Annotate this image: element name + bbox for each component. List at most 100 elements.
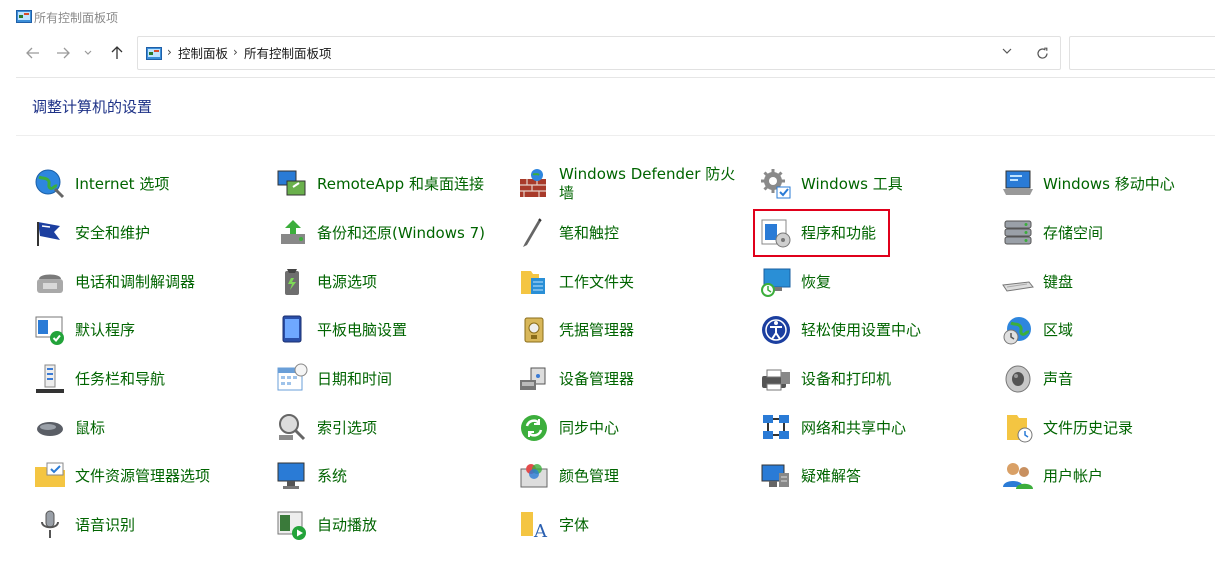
control-panel-item-label[interactable]: 系统 [317, 467, 347, 486]
control-panel-item[interactable]: 任务栏和导航 [33, 359, 165, 399]
control-panel-item[interactable]: 颜色管理 [517, 456, 619, 496]
control-panel-item-label[interactable]: 默认程序 [75, 321, 135, 340]
control-panel-icon [146, 47, 162, 60]
control-panel-item[interactable]: Windows 工具 [759, 164, 903, 204]
forward-button[interactable] [52, 42, 74, 64]
control-panel-item[interactable]: 电话和调制解调器 [33, 262, 195, 302]
control-panel-item[interactable]: 疑难解答 [759, 456, 861, 496]
control-panel-item-label[interactable]: 疑难解答 [801, 467, 861, 486]
control-panel-item[interactable]: 自动播放 [275, 505, 377, 545]
control-panel-item[interactable]: 用户帐户 [1001, 456, 1103, 496]
control-panel-item[interactable]: 语音识别 [33, 505, 135, 545]
control-panel-item-label[interactable]: 用户帐户 [1043, 467, 1103, 486]
control-panel-item-label[interactable]: 工作文件夹 [559, 273, 634, 292]
control-panel-item[interactable]: 同步中心 [517, 408, 619, 448]
control-panel-item[interactable]: 轻松使用设置中心 [759, 310, 921, 350]
control-panel-item[interactable]: Windows 移动中心 [1001, 164, 1175, 204]
breadcrumb-control-panel[interactable]: 控制面板 [178, 46, 228, 61]
control-panel-item-label[interactable]: 轻松使用设置中心 [801, 321, 921, 340]
arrow-up-icon [111, 46, 123, 59]
breadcrumb-all-items[interactable]: 所有控制面板项 [244, 46, 332, 61]
users-icon [1001, 459, 1035, 493]
control-panel-item-label[interactable]: 凭据管理器 [559, 321, 634, 340]
control-panel-item[interactable]: 网络和共享中心 [759, 408, 906, 448]
control-panel-item-label[interactable]: 设备和打印机 [801, 370, 891, 389]
control-panel-item-label[interactable]: 同步中心 [559, 419, 619, 438]
control-panel-item[interactable]: 笔和触控 [517, 213, 619, 253]
control-panel-item-label[interactable]: 电源选项 [317, 273, 377, 292]
breadcrumb-separator[interactable]: › [167, 45, 172, 60]
recovery-icon [759, 265, 793, 299]
microphone-icon [41, 510, 59, 538]
recent-locations-button[interactable] [80, 42, 96, 64]
control-panel-item-label[interactable]: Windows Defender 防火墙 [559, 165, 745, 203]
back-button[interactable] [22, 42, 44, 64]
control-panel-item[interactable]: 鼠标 [33, 408, 105, 448]
control-panel-item-label[interactable]: 鼠标 [75, 419, 105, 438]
control-panel-item[interactable]: 声音 [1001, 359, 1073, 399]
control-panel-item[interactable]: RemoteApp 和桌面连接 [275, 164, 484, 204]
control-panel-item[interactable]: 存储空间 [1001, 213, 1103, 253]
troubleshoot-icon [761, 464, 789, 487]
search-input[interactable] [1069, 36, 1215, 70]
control-panel-item-label[interactable]: 安全和维护 [75, 224, 150, 243]
control-panel-item-label[interactable]: 语音识别 [75, 516, 135, 535]
control-panel-item-label[interactable]: Windows 工具 [801, 175, 903, 194]
control-panel-item-label[interactable]: 备份和还原(Windows 7) [317, 224, 485, 243]
sync-icon [521, 415, 547, 441]
svg-text:A: A [533, 521, 548, 542]
control-panel-item-label[interactable]: 声音 [1043, 370, 1073, 389]
control-panel-item-label[interactable]: 存储空间 [1043, 224, 1103, 243]
calendar-icon [277, 363, 308, 391]
control-panel-item[interactable]: 区域 [1001, 310, 1073, 350]
control-panel-item-label[interactable]: 字体 [559, 516, 589, 535]
control-panel-item[interactable]: A 字体 [517, 505, 589, 545]
control-panel-item-label[interactable]: 网络和共享中心 [801, 419, 906, 438]
control-panel-item[interactable]: Internet 选项 [33, 164, 169, 204]
network-icon [763, 415, 789, 439]
control-panel-item-label[interactable]: 日期和时间 [317, 370, 392, 389]
control-panel-item-label[interactable]: Windows 移动中心 [1043, 175, 1175, 194]
control-panel-item[interactable]: 凭据管理器 [517, 310, 634, 350]
page-heading: 调整计算机的设置 [32, 98, 153, 116]
control-panel-item-label[interactable]: 任务栏和导航 [75, 370, 165, 389]
control-panel-item[interactable]: 设备管理器 [517, 359, 634, 399]
control-panel-item[interactable]: 文件历史记录 [1001, 408, 1133, 448]
control-panel-item[interactable]: 安全和维护 [33, 213, 150, 253]
control-panel-item-label[interactable]: Internet 选项 [75, 175, 169, 194]
control-panel-item-label[interactable]: 笔和触控 [559, 224, 619, 243]
control-panel-item-label[interactable]: 文件资源管理器选项 [75, 467, 210, 486]
chevron-down-icon[interactable] [1002, 48, 1012, 55]
control-panel-item-label[interactable]: 索引选项 [317, 419, 377, 438]
control-panel-item[interactable]: 日期和时间 [275, 359, 392, 399]
control-panel-item-label[interactable]: 颜色管理 [559, 467, 619, 486]
control-panel-item[interactable]: 系统 [275, 456, 347, 496]
control-panel-item-label[interactable]: 自动播放 [317, 516, 377, 535]
control-panel-item-label[interactable]: 键盘 [1043, 273, 1073, 292]
control-panel-item[interactable]: Windows Defender 防火墙 [517, 164, 745, 204]
control-panel-item[interactable]: 平板电脑设置 [275, 310, 407, 350]
control-panel-item[interactable]: 工作文件夹 [517, 262, 634, 302]
control-panel-item-label[interactable]: 区域 [1043, 321, 1073, 340]
control-panel-item[interactable]: 键盘 [1001, 262, 1073, 302]
breadcrumb-separator[interactable]: › [233, 45, 238, 60]
refresh-icon[interactable] [1036, 47, 1049, 60]
control-panel-item[interactable]: 索引选项 [275, 408, 377, 448]
control-panel-item-label[interactable]: 平板电脑设置 [317, 321, 407, 340]
control-panel-item-label[interactable]: 设备管理器 [559, 370, 634, 389]
control-panel-item[interactable]: 默认程序 [33, 310, 135, 350]
control-panel-item[interactable]: 恢复 [759, 262, 831, 302]
up-button[interactable] [106, 42, 128, 64]
control-panel-item-label[interactable]: RemoteApp 和桌面连接 [317, 175, 484, 194]
index-icon [275, 411, 309, 445]
control-panel-item[interactable]: 设备和打印机 [759, 359, 891, 399]
control-panel-item-label[interactable]: 电话和调制解调器 [75, 273, 195, 292]
speaker-icon [1005, 365, 1031, 393]
address-bar[interactable]: › 控制面板 › 所有控制面板项 [137, 36, 1061, 70]
control-panel-item[interactable]: 电源选项 [275, 262, 377, 302]
control-panel-item[interactable]: 文件资源管理器选项 [33, 456, 210, 496]
control-panel-item-label[interactable]: 恢复 [801, 273, 831, 292]
mouse-icon [37, 422, 63, 436]
control-panel-item-label[interactable]: 文件历史记录 [1043, 419, 1133, 438]
control-panel-item[interactable]: 备份和还原(Windows 7) [275, 213, 485, 253]
